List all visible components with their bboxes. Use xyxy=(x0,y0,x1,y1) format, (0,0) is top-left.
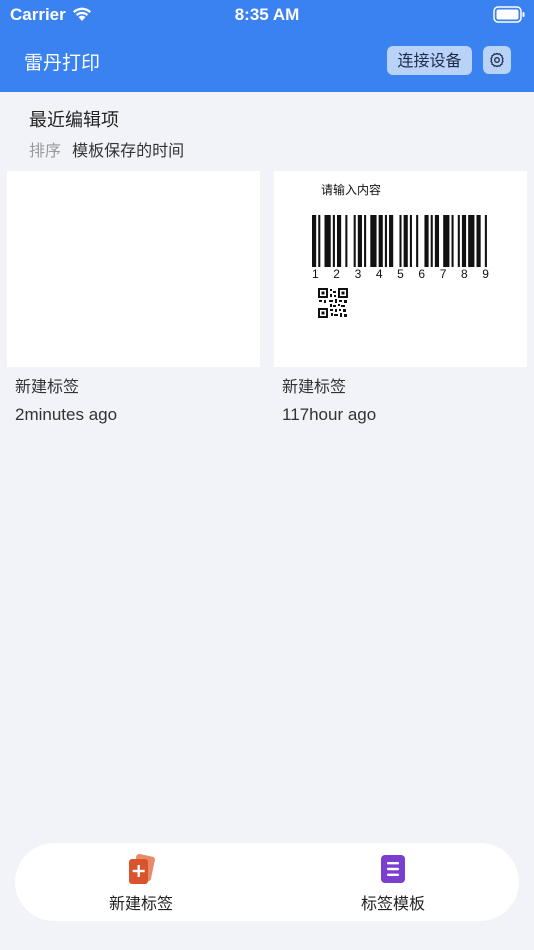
qr-code-image xyxy=(318,288,348,318)
gear-icon xyxy=(490,52,504,68)
sort-value: 模板保存的时间 xyxy=(72,141,185,160)
barcode-image xyxy=(312,215,487,267)
barcode-digit: 1 xyxy=(312,267,319,281)
tab-label-templates[interactable]: 标签模板 xyxy=(267,843,519,921)
tab-label: 标签模板 xyxy=(360,894,425,913)
label-card[interactable]: 新建标签 2minutes ago xyxy=(7,171,260,425)
barcode-digit: 5 xyxy=(397,267,404,281)
new-label-icon xyxy=(129,854,155,884)
app-title: 雷丹打印 xyxy=(24,52,101,74)
sort-label: 排序 xyxy=(29,141,62,160)
barcode-digit: 3 xyxy=(354,267,362,281)
barcode-digit: 8 xyxy=(460,267,468,281)
template-icon xyxy=(381,855,405,883)
label-name: 新建标签 xyxy=(282,377,347,396)
barcode-digit: 2 xyxy=(333,267,340,281)
nav-bar: 雷丹打印 连接设备 xyxy=(0,30,534,92)
label-time: 117hour ago xyxy=(282,405,377,424)
label-card[interactable]: 请输入内容 1 2 3 4 5 6 7 8 9 新建标签 117hour ago xyxy=(274,171,527,425)
barcode-digit: 4 xyxy=(375,267,383,281)
barcode-digit: 9 xyxy=(482,267,489,281)
label-time: 2minutes ago xyxy=(15,405,118,424)
sort-row[interactable]: 排序 模板保存的时间 xyxy=(29,137,184,161)
status-bar: Carrier 8:35 AM xyxy=(0,0,534,30)
section-title: 最近编辑项 xyxy=(29,110,119,131)
battery-icon xyxy=(493,6,525,23)
tab-new-label[interactable]: 新建标签 xyxy=(15,843,267,921)
settings-button[interactable] xyxy=(483,46,511,74)
app-header: Carrier 8:35 AM 雷丹打印 连接设备 xyxy=(0,0,534,92)
barcode-digit: 6 xyxy=(418,267,426,281)
connect-device-button[interactable]: 连接设备 xyxy=(387,46,472,75)
label-preview-text: 请输入内容 xyxy=(321,183,382,197)
tab-label: 新建标签 xyxy=(108,894,173,913)
label-thumbnail: 请输入内容 1 2 3 4 5 6 7 8 9 xyxy=(274,171,527,367)
label-name: 新建标签 xyxy=(15,377,80,396)
label-thumbnail xyxy=(7,171,260,367)
bottom-tab-bar: 新建标签 标签模板 xyxy=(15,843,519,921)
barcode-digit: 7 xyxy=(439,267,447,281)
status-time: 8:35 AM xyxy=(234,5,300,24)
barcode-digits: 1 2 3 4 5 6 7 8 9 xyxy=(312,267,489,281)
